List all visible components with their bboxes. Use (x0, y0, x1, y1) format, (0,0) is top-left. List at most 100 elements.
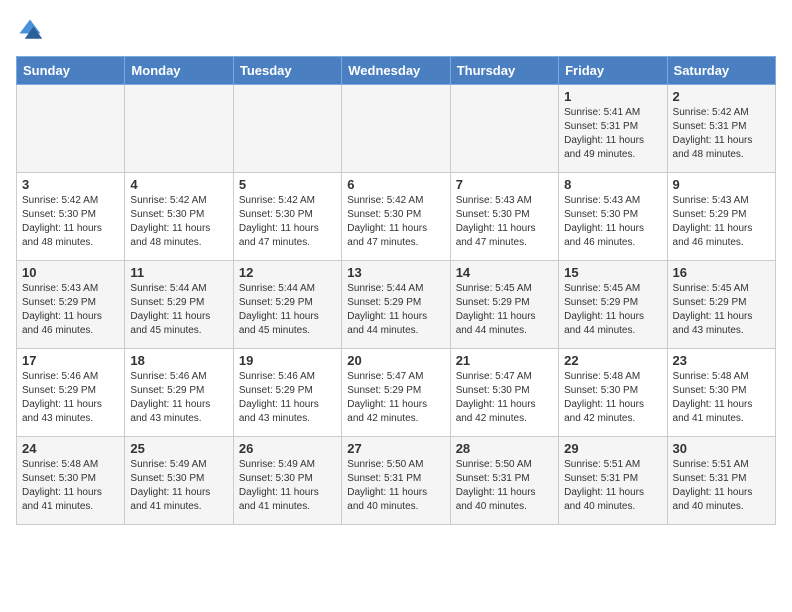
day-cell: 22 Sunrise: 5:48 AM Sunset: 5:30 PM Dayli… (559, 349, 667, 437)
day-info: Sunrise: 5:41 AM Sunset: 5:31 PM Dayligh… (564, 106, 661, 162)
day-info: Sunrise: 5:50 AM Sunset: 5:31 PM Dayligh… (456, 458, 553, 514)
day-number: 17 (22, 353, 119, 368)
day-info: Sunrise: 5:43 AM Sunset: 5:29 PM Dayligh… (22, 282, 119, 338)
day-number: 23 (673, 353, 770, 368)
day-number: 28 (456, 441, 553, 456)
day-number: 19 (239, 353, 336, 368)
day-cell: 21 Sunrise: 5:47 AM Sunset: 5:30 PM Dayli… (450, 349, 558, 437)
day-cell: 26 Sunrise: 5:49 AM Sunset: 5:30 PM Dayli… (233, 437, 341, 525)
day-info: Sunrise: 5:43 AM Sunset: 5:30 PM Dayligh… (456, 194, 553, 250)
day-number: 8 (564, 177, 661, 192)
day-cell: 19 Sunrise: 5:46 AM Sunset: 5:29 PM Dayli… (233, 349, 341, 437)
day-cell: 3 Sunrise: 5:42 AM Sunset: 5:30 PM Daylig… (17, 173, 125, 261)
day-number: 12 (239, 265, 336, 280)
day-info: Sunrise: 5:48 AM Sunset: 5:30 PM Dayligh… (564, 370, 661, 426)
day-number: 2 (673, 89, 770, 104)
week-row-5: 24 Sunrise: 5:48 AM Sunset: 5:30 PM Dayli… (17, 437, 776, 525)
header-cell-friday: Friday (559, 57, 667, 85)
day-cell: 20Sunrise: 5:47 AM Sunset: 5:29 PM Dayli… (342, 349, 450, 437)
day-info: Sunrise: 5:42 AM Sunset: 5:30 PM Dayligh… (239, 194, 336, 250)
day-cell: 8 Sunrise: 5:43 AM Sunset: 5:30 PM Daylig… (559, 173, 667, 261)
day-cell: 1 Sunrise: 5:41 AM Sunset: 5:31 PM Daylig… (559, 85, 667, 173)
day-info: Sunrise: 5:44 AM Sunset: 5:29 PM Dayligh… (239, 282, 336, 338)
header-cell-sunday: Sunday (17, 57, 125, 85)
day-number: 27 (347, 441, 444, 456)
day-info: Sunrise: 5:51 AM Sunset: 5:31 PM Dayligh… (673, 458, 770, 514)
day-cell: 18 Sunrise: 5:46 AM Sunset: 5:29 PM Dayli… (125, 349, 233, 437)
day-info: Sunrise: 5:45 AM Sunset: 5:29 PM Dayligh… (564, 282, 661, 338)
day-cell: 17 Sunrise: 5:46 AM Sunset: 5:29 PM Dayli… (17, 349, 125, 437)
logo (16, 16, 48, 44)
day-cell (233, 85, 341, 173)
day-info: Sunrise: 5:45 AM Sunset: 5:29 PM Dayligh… (673, 282, 770, 338)
day-info: Sunrise: 5:51 AM Sunset: 5:31 PM Dayligh… (564, 458, 661, 514)
day-cell: 7 Sunrise: 5:43 AM Sunset: 5:30 PM Daylig… (450, 173, 558, 261)
week-row-3: 10 Sunrise: 5:43 AM Sunset: 5:29 PM Dayli… (17, 261, 776, 349)
day-cell (342, 85, 450, 173)
day-cell (125, 85, 233, 173)
day-cell (450, 85, 558, 173)
day-cell: 6Sunrise: 5:42 AM Sunset: 5:30 PM Daylig… (342, 173, 450, 261)
day-number: 24 (22, 441, 119, 456)
day-number: 30 (673, 441, 770, 456)
day-number: 4 (130, 177, 227, 192)
day-number: 7 (456, 177, 553, 192)
day-cell: 28 Sunrise: 5:50 AM Sunset: 5:31 PM Dayli… (450, 437, 558, 525)
week-row-1: 1 Sunrise: 5:41 AM Sunset: 5:31 PM Daylig… (17, 85, 776, 173)
day-cell: 29 Sunrise: 5:51 AM Sunset: 5:31 PM Dayli… (559, 437, 667, 525)
day-number: 29 (564, 441, 661, 456)
day-info: Sunrise: 5:46 AM Sunset: 5:29 PM Dayligh… (22, 370, 119, 426)
day-cell: 14Sunrise: 5:45 AM Sunset: 5:29 PM Dayli… (450, 261, 558, 349)
day-cell: 25 Sunrise: 5:49 AM Sunset: 5:30 PM Dayli… (125, 437, 233, 525)
day-cell: 13 Sunrise: 5:44 AM Sunset: 5:29 PM Dayli… (342, 261, 450, 349)
day-number: 15 (564, 265, 661, 280)
day-info: Sunrise: 5:47 AM Sunset: 5:29 PM Dayligh… (347, 370, 444, 426)
day-number: 13 (347, 265, 444, 280)
day-info: Sunrise: 5:49 AM Sunset: 5:30 PM Dayligh… (239, 458, 336, 514)
day-cell: 11Sunrise: 5:44 AM Sunset: 5:29 PM Dayli… (125, 261, 233, 349)
day-cell: 27Sunrise: 5:50 AM Sunset: 5:31 PM Dayli… (342, 437, 450, 525)
day-info: Sunrise: 5:44 AM Sunset: 5:29 PM Dayligh… (347, 282, 444, 338)
day-info: Sunrise: 5:44 AM Sunset: 5:29 PM Dayligh… (130, 282, 227, 338)
day-number: 18 (130, 353, 227, 368)
day-number: 16 (673, 265, 770, 280)
header (16, 16, 776, 44)
day-number: 21 (456, 353, 553, 368)
day-info: Sunrise: 5:42 AM Sunset: 5:30 PM Dayligh… (130, 194, 227, 250)
header-cell-saturday: Saturday (667, 57, 775, 85)
day-info: Sunrise: 5:48 AM Sunset: 5:30 PM Dayligh… (673, 370, 770, 426)
day-info: Sunrise: 5:47 AM Sunset: 5:30 PM Dayligh… (456, 370, 553, 426)
day-info: Sunrise: 5:48 AM Sunset: 5:30 PM Dayligh… (22, 458, 119, 514)
day-number: 9 (673, 177, 770, 192)
day-cell: 23 Sunrise: 5:48 AM Sunset: 5:30 PM Dayli… (667, 349, 775, 437)
day-cell: 9 Sunrise: 5:43 AM Sunset: 5:29 PM Daylig… (667, 173, 775, 261)
day-cell (17, 85, 125, 173)
header-cell-monday: Monday (125, 57, 233, 85)
day-number: 10 (22, 265, 119, 280)
day-info: Sunrise: 5:42 AM Sunset: 5:30 PM Dayligh… (22, 194, 119, 250)
day-info: Sunrise: 5:46 AM Sunset: 5:29 PM Dayligh… (130, 370, 227, 426)
day-info: Sunrise: 5:46 AM Sunset: 5:29 PM Dayligh… (239, 370, 336, 426)
day-number: 14 (456, 265, 553, 280)
day-cell: 24 Sunrise: 5:48 AM Sunset: 5:30 PM Dayli… (17, 437, 125, 525)
day-info: Sunrise: 5:42 AM Sunset: 5:31 PM Dayligh… (673, 106, 770, 162)
day-number: 6 (347, 177, 444, 192)
day-number: 3 (22, 177, 119, 192)
week-row-4: 17 Sunrise: 5:46 AM Sunset: 5:29 PM Dayli… (17, 349, 776, 437)
day-info: Sunrise: 5:49 AM Sunset: 5:30 PM Dayligh… (130, 458, 227, 514)
day-cell: 15 Sunrise: 5:45 AM Sunset: 5:29 PM Dayli… (559, 261, 667, 349)
header-cell-wednesday: Wednesday (342, 57, 450, 85)
day-number: 1 (564, 89, 661, 104)
day-number: 25 (130, 441, 227, 456)
day-number: 5 (239, 177, 336, 192)
calendar-header: SundayMondayTuesdayWednesdayThursdayFrid… (17, 57, 776, 85)
day-cell: 30 Sunrise: 5:51 AM Sunset: 5:31 PM Dayli… (667, 437, 775, 525)
calendar-body: 1 Sunrise: 5:41 AM Sunset: 5:31 PM Daylig… (17, 85, 776, 525)
header-cell-tuesday: Tuesday (233, 57, 341, 85)
day-number: 22 (564, 353, 661, 368)
header-row: SundayMondayTuesdayWednesdayThursdayFrid… (17, 57, 776, 85)
day-info: Sunrise: 5:43 AM Sunset: 5:30 PM Dayligh… (564, 194, 661, 250)
day-number: 26 (239, 441, 336, 456)
day-info: Sunrise: 5:43 AM Sunset: 5:29 PM Dayligh… (673, 194, 770, 250)
day-cell: 5 Sunrise: 5:42 AM Sunset: 5:30 PM Daylig… (233, 173, 341, 261)
